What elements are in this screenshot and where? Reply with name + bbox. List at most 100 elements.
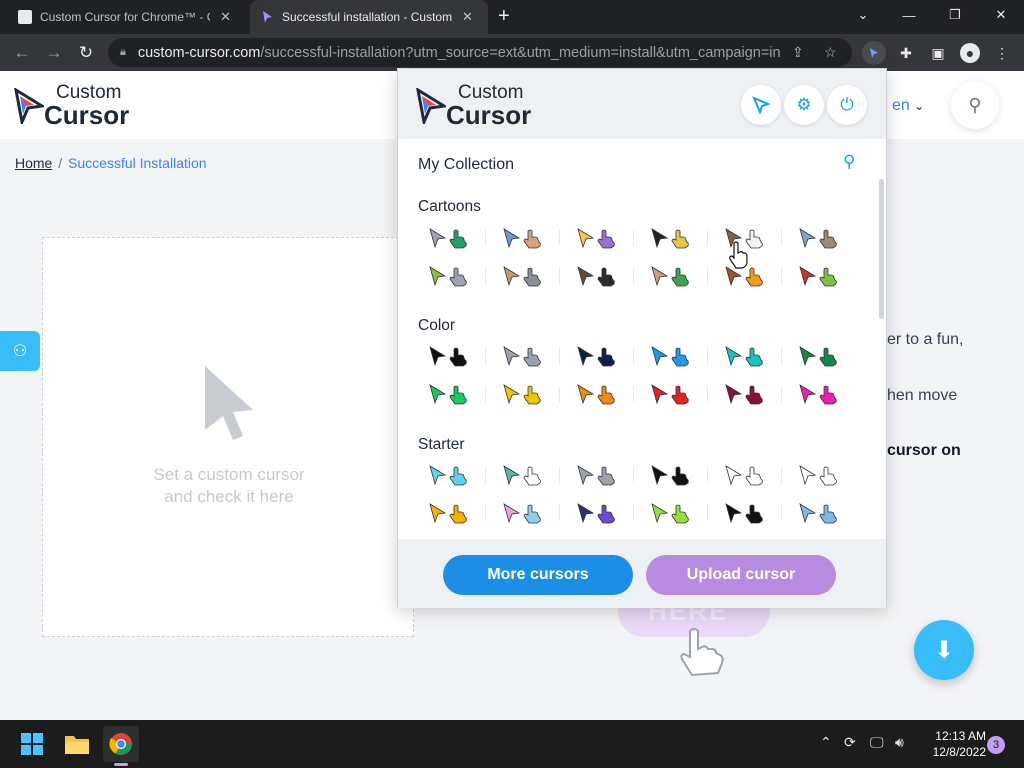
cursor-pack-thumbnail[interactable] bbox=[640, 461, 708, 489]
cursor-pack-thumbnail[interactable] bbox=[566, 499, 634, 527]
cursor-pack-thumbnail[interactable] bbox=[788, 461, 850, 489]
address-bar[interactable]: 🔒︎ custom-cursor.com /successful-install… bbox=[108, 38, 852, 67]
cursor-pack-thumbnail[interactable] bbox=[788, 342, 850, 370]
divider bbox=[559, 386, 560, 402]
menu-kebab-icon[interactable]: ⋮ bbox=[990, 41, 1014, 65]
back-icon[interactable]: ← bbox=[10, 41, 34, 65]
cursor-pack-thumbnail[interactable] bbox=[640, 224, 708, 252]
cursor-pack-thumbnail[interactable] bbox=[788, 224, 850, 252]
search-icon: ⚲ bbox=[968, 94, 982, 115]
cursor-pack-thumbnail[interactable] bbox=[640, 262, 708, 290]
chrome-taskbar-button[interactable] bbox=[103, 726, 139, 762]
cursor-pack-thumbnail[interactable] bbox=[492, 262, 560, 290]
reload-icon[interactable]: ↻ bbox=[74, 41, 98, 65]
divider bbox=[633, 230, 634, 246]
lock-icon[interactable]: 🔒︎ bbox=[120, 46, 126, 59]
cursor-pack-thumbnail[interactable] bbox=[492, 461, 560, 489]
close-icon[interactable]: ✕ bbox=[462, 9, 473, 25]
breadcrumb-separator: / bbox=[58, 155, 63, 171]
divider bbox=[781, 348, 782, 364]
power-button[interactable]: ⏻ bbox=[827, 85, 867, 125]
minimize-button[interactable]: — bbox=[886, 0, 932, 30]
cursor-pack-thumbnail[interactable] bbox=[566, 380, 634, 408]
forward-icon[interactable]: → bbox=[42, 41, 66, 65]
divider bbox=[781, 268, 782, 284]
tab-title: Successful installation - Custom C bbox=[282, 10, 452, 24]
cursor-pack-thumbnail[interactable] bbox=[788, 262, 850, 290]
divider bbox=[485, 230, 486, 246]
cursor-pack-thumbnail[interactable] bbox=[714, 342, 782, 370]
divider bbox=[781, 505, 782, 521]
profile-avatar-icon[interactable]: ● bbox=[960, 43, 980, 63]
upload-cursor-button[interactable]: Upload cursor bbox=[646, 555, 836, 595]
cursor-pack-icon bbox=[429, 228, 467, 249]
download-button[interactable]: ⬇ bbox=[914, 620, 974, 680]
cursor-pack-thumbnail[interactable] bbox=[418, 461, 486, 489]
cursor-pack-thumbnail[interactable] bbox=[566, 224, 634, 252]
popup-scrollbar[interactable] bbox=[879, 179, 884, 319]
cursor-pack-thumbnail[interactable] bbox=[714, 461, 782, 489]
file-explorer-button[interactable] bbox=[59, 726, 95, 762]
cursor-mode-button[interactable] bbox=[741, 85, 781, 125]
cursor-pack-thumbnail[interactable] bbox=[492, 380, 560, 408]
divider bbox=[559, 467, 560, 483]
cursor-pack-thumbnail[interactable] bbox=[640, 499, 708, 527]
cursor-pack-icon bbox=[429, 384, 467, 405]
divider bbox=[485, 348, 486, 364]
language-selector[interactable]: en ⌄ bbox=[892, 97, 924, 115]
cursor-pack-icon bbox=[651, 266, 689, 287]
site-search-button[interactable]: ⚲ bbox=[951, 81, 999, 129]
collection-search-icon[interactable]: ⚲ bbox=[843, 152, 855, 172]
cursor-pack-thumbnail[interactable] bbox=[714, 380, 782, 408]
volume-icon[interactable]: 🔊︎ bbox=[895, 734, 904, 751]
bookmark-star-icon[interactable]: ☆ bbox=[824, 44, 837, 61]
cursor-pack-icon bbox=[503, 384, 541, 405]
body-text-fragment: er to a fun, bbox=[887, 331, 964, 348]
cursor-pack-thumbnail[interactable] bbox=[492, 499, 560, 527]
cursor-pack-thumbnail[interactable] bbox=[418, 262, 486, 290]
cursor-pack-thumbnail[interactable] bbox=[788, 380, 850, 408]
divider bbox=[559, 230, 560, 246]
close-icon[interactable]: ✕ bbox=[220, 9, 231, 25]
cursor-pack-icon bbox=[651, 465, 689, 486]
more-cursors-button[interactable]: More cursors bbox=[443, 555, 633, 595]
start-button[interactable] bbox=[14, 726, 50, 762]
divider bbox=[707, 467, 708, 483]
cursor-pack-thumbnail[interactable] bbox=[640, 342, 708, 370]
cursor-pack-thumbnail[interactable] bbox=[418, 499, 486, 527]
cursor-pack-thumbnail[interactable] bbox=[418, 380, 486, 408]
tab-custom-cursor-for-chrome[interactable]: Custom Cursor for Chrome™ - Ch ✕ bbox=[8, 0, 244, 34]
cursor-pack-thumbnail[interactable] bbox=[788, 499, 850, 527]
notification-badge[interactable]: 3 bbox=[987, 736, 1005, 754]
side-panel-icon[interactable]: ▣ bbox=[926, 41, 950, 65]
restore-button[interactable]: ❐ bbox=[932, 0, 978, 30]
display-icon[interactable]: 🖵︎ bbox=[870, 734, 884, 751]
taskbar-clock[interactable]: 12:13 AM 12/8/2022 bbox=[920, 728, 986, 760]
cursor-pack-thumbnail[interactable] bbox=[714, 499, 782, 527]
cursor-pack-thumbnail[interactable] bbox=[418, 342, 486, 370]
cursor-pack-thumbnail[interactable] bbox=[566, 262, 634, 290]
logo-text-bottom: Cursor bbox=[44, 100, 130, 130]
show-hidden-icons-chevron-icon[interactable]: ⌃ bbox=[820, 734, 832, 751]
cursor-pack-thumbnail[interactable] bbox=[492, 342, 560, 370]
cursor-pack-thumbnail[interactable] bbox=[640, 380, 708, 408]
invite-friends-tab[interactable]: ⚇ bbox=[0, 331, 40, 371]
custom-cursor-extension-icon[interactable] bbox=[862, 41, 886, 65]
extensions-puzzle-icon[interactable]: ✚ bbox=[894, 41, 918, 65]
color-grid bbox=[418, 342, 858, 414]
clock-time: 12:13 AM bbox=[935, 729, 986, 743]
sync-icon[interactable]: ⟳ bbox=[844, 734, 856, 751]
cursor-pack-thumbnail[interactable] bbox=[566, 461, 634, 489]
new-tab-button[interactable]: + bbox=[498, 6, 510, 26]
tab-successful-installation[interactable]: Successful installation - Custom C ✕ bbox=[250, 0, 488, 34]
cursor-preview-area[interactable]: Set a custom cursor and check it here bbox=[42, 237, 414, 637]
cursor-pack-thumbnail[interactable] bbox=[418, 224, 486, 252]
share-icon[interactable]: ⇪ bbox=[792, 44, 804, 61]
close-window-button[interactable]: ✕ bbox=[978, 0, 1024, 30]
breadcrumb-home-link[interactable]: Home bbox=[15, 155, 52, 171]
settings-button[interactable]: ⚙ bbox=[784, 85, 824, 125]
tab-search-icon[interactable]: ⌄ bbox=[840, 0, 886, 30]
site-logo[interactable]: Custom Cursor bbox=[14, 83, 129, 128]
cursor-pack-thumbnail[interactable] bbox=[492, 224, 560, 252]
cursor-pack-thumbnail[interactable] bbox=[566, 342, 634, 370]
